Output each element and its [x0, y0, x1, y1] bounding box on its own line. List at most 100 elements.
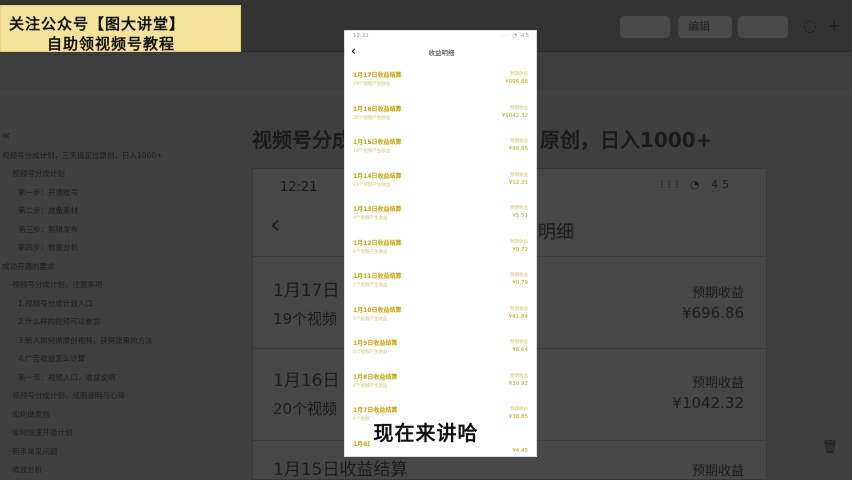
row-subtitle: 5个视频产生收益 — [353, 283, 388, 288]
banner-line-2: 自助领视频号教程 — [47, 35, 176, 53]
earnings-row[interactable]: 1月14日收益结算 13个视频产生收益 预期收益 ¥12.31 — [345, 166, 536, 199]
row-subtitle: 13个视频产生收益 — [353, 182, 391, 188]
toc-item[interactable]: ·收益分析 — [10, 463, 42, 477]
embedded-row-subtitle: 19个视频 — [273, 310, 338, 328]
row-label: 预期收益 — [510, 340, 528, 345]
toc-item[interactable]: 2.什么样的视频可以参加 — [18, 315, 100, 329]
row-subtitle: 6个视频产生收益 — [353, 350, 388, 355]
row-title: 1月7日收益结算 — [353, 407, 398, 414]
trash-icon[interactable]: 🗑 — [821, 440, 838, 455]
row-amount: ¥0.79 — [512, 280, 528, 286]
row-title: 1月9日收益结算 — [353, 340, 398, 347]
toc-item[interactable]: 第三步：剪辑发布 — [18, 223, 78, 237]
phone-status-icons: ··· ◔ 45 — [501, 33, 530, 39]
row-label: 预期收益 — [510, 105, 528, 111]
phone-page-title: 收益明细 — [428, 49, 455, 57]
document-title: 视频号分成 — [252, 128, 352, 152]
row-subtitle: 19个视频产生收益 — [353, 82, 391, 87]
toc-item[interactable]: 第一节：视频入口，收益说明 — [18, 371, 116, 385]
toc-item[interactable]: 成功开通的要求 — [2, 260, 55, 274]
embedded-row-label: 预期收益 — [691, 464, 744, 479]
row-title: 1月11日收益结算 — [353, 273, 402, 280]
edit-button[interactable]: 编辑 — [678, 16, 732, 38]
earnings-row[interactable]: 1月16日收益结算 20个视频产生收益 预期收益 ¥1042.32 — [345, 99, 536, 132]
row-label: 预期收益 — [510, 72, 528, 77]
earnings-row[interactable]: 1月9日收益结算 6个视频产生收益 预期收益 ¥6.64 — [345, 333, 536, 366]
embedded-row-title: 1月15日收益结算 — [273, 460, 408, 480]
embedded-page-title: 明细 — [538, 222, 574, 243]
row-label: 预期收益 — [510, 407, 528, 412]
row-subtitle: 20个视频产生收益 — [353, 115, 391, 121]
phone-status-time: 12:21 — [353, 33, 369, 39]
toc-item[interactable]: ·视频号分成计划，注意事项 — [10, 278, 102, 292]
row-amount: ¥0.72 — [512, 246, 528, 253]
embedded-row-title: 1月16日 — [273, 371, 340, 391]
toc-item[interactable]: 第二步：准备素材 — [18, 204, 78, 218]
phone-status-bar: 12:21 ··· ◔ 45 — [345, 31, 536, 41]
toc-item[interactable]: 1.视频号分成计划入口 — [18, 297, 93, 311]
earnings-row[interactable]: 1月10日收益结算 9个视频产生收益 预期收益 ¥41.84 — [345, 300, 536, 333]
row-label: 预期收益 — [510, 306, 528, 312]
outline-sidebar: 视频号分成计划，三天搞定过原创，日入1000+ ·视频号分成计划 第一步：开通账… — [0, 120, 225, 480]
toc-item[interactable]: ·视频号分成计划 — [10, 167, 65, 181]
row-amount: ¥1042.32 — [501, 112, 528, 119]
phone-screenshot: 12:21 ··· ◔ 45 ‹ 收益明细 1月17日收益结算 19个视频产生收益… — [344, 30, 537, 457]
toc-item[interactable]: ·视频号分成计划，规则说明与心得 — [10, 389, 125, 403]
row-label: 预期收益 — [510, 239, 528, 245]
toolbar-pill-button[interactable] — [620, 16, 670, 38]
toc-item[interactable]: 视频号分成计划，三天搞定过原创，日入1000+ — [2, 149, 162, 163]
toc-item[interactable]: ·新手常见问题 — [10, 445, 57, 459]
row-amount: ¥12.31 — [508, 179, 528, 186]
row-title: 1月17日收益结算 — [353, 72, 402, 79]
promo-banner: 关注公众号【图大讲堂】 自助领视频号教程 — [0, 5, 241, 53]
toolbar-pill-button-2[interactable] — [738, 16, 788, 38]
row-subtitle: 9个视频产生收益 — [353, 216, 388, 221]
toc-item[interactable]: 第四步：数据分析 — [18, 241, 78, 255]
embedded-row-subtitle: 20个视频 — [273, 400, 338, 418]
earnings-row[interactable]: 1月15日收益结算 18个视频产生收益 预期收益 ¥48.65 — [345, 132, 536, 165]
row-title: 1月14日收益结算 — [353, 172, 402, 180]
toc-item[interactable]: 第一步：开通账号 — [18, 186, 78, 200]
chat-icon[interactable]: ◌ — [800, 16, 820, 36]
phone-nav-bar: ‹ 收益明细 — [345, 43, 536, 61]
row-title: 1月8日收益结算 — [353, 373, 398, 381]
embedded-back-icon: ‹ — [270, 210, 281, 240]
row-label: 预期收益 — [510, 172, 528, 178]
video-frame: 编辑 ◌ + « 视频号分成计划，三天搞定过原创，日入1000+ ·视频号分成计… — [0, 0, 852, 480]
plus-icon[interactable]: + — [824, 16, 844, 36]
row-title: 1月12日收益结算 — [353, 239, 402, 247]
embedded-status-time: 12:21 — [280, 180, 318, 195]
earnings-row[interactable]: 1月8日收益结算 6个视频产生收益 预期收益 ¥30.92 — [345, 367, 536, 400]
toc-item[interactable]: 3.新人如何做原创视频，获得流量的方法 — [18, 334, 153, 348]
toc-item[interactable]: ·如何快速开通计划 — [10, 426, 72, 440]
embedded-row-label: 预期收益 — [691, 286, 744, 301]
row-subtitle: 6个视频产生收益 — [353, 249, 388, 255]
row-label: 预期收益 — [510, 373, 528, 379]
embedded-row-amount: ¥696.86 — [681, 304, 744, 322]
document-title-continued: 原创，日入1000+ — [540, 128, 713, 152]
row-subtitle: 6个视频产生收益 — [353, 383, 388, 389]
row-amount: ¥696.86 — [505, 79, 528, 85]
row-title: 1月10日收益结算 — [353, 306, 402, 314]
embedded-status-icons: ⁝⁝⁝ ◔ 45 — [660, 178, 734, 191]
row-title: 1月15日收益结算 — [353, 139, 402, 146]
earnings-row[interactable]: 1月17日收益结算 19个视频产生收益 预期收益 ¥696.86 — [345, 65, 536, 98]
row-amount: ¥4.43 — [512, 447, 528, 454]
earnings-row[interactable]: 1月12日收益结算 6个视频产生收益 预期收益 ¥0.72 — [345, 233, 536, 266]
row-title: 1月16日收益结算 — [353, 105, 402, 113]
row-subtitle: 18个视频产生收益 — [353, 149, 391, 154]
row-amount: ¥38.85 — [508, 414, 528, 420]
embedded-row-amount: ¥1042.32 — [672, 394, 744, 412]
row-amount: ¥41.84 — [508, 313, 528, 320]
embedded-row-label: 预期收益 — [691, 376, 744, 391]
row-label: 预期收益 — [510, 273, 528, 278]
video-subtitle-caption: 现在来讲哈 — [370, 416, 482, 450]
row-label: 预期收益 — [510, 206, 528, 211]
embedded-row-title: 1月17日 — [273, 281, 340, 301]
banner-line-1: 关注公众号【图大讲堂】 — [9, 15, 186, 33]
earnings-row[interactable]: 1月13日收益结算 9个视频产生收益 预期收益 ¥5.51 — [345, 199, 536, 232]
toc-item[interactable]: 4.广告收益怎么计算 — [18, 352, 85, 366]
row-title: 1月13日收益结算 — [353, 206, 402, 213]
earnings-row[interactable]: 1月11日收益结算 5个视频产生收益 预期收益 ¥0.79 — [345, 266, 536, 299]
toc-item[interactable]: ·如何做原创 — [10, 408, 50, 422]
